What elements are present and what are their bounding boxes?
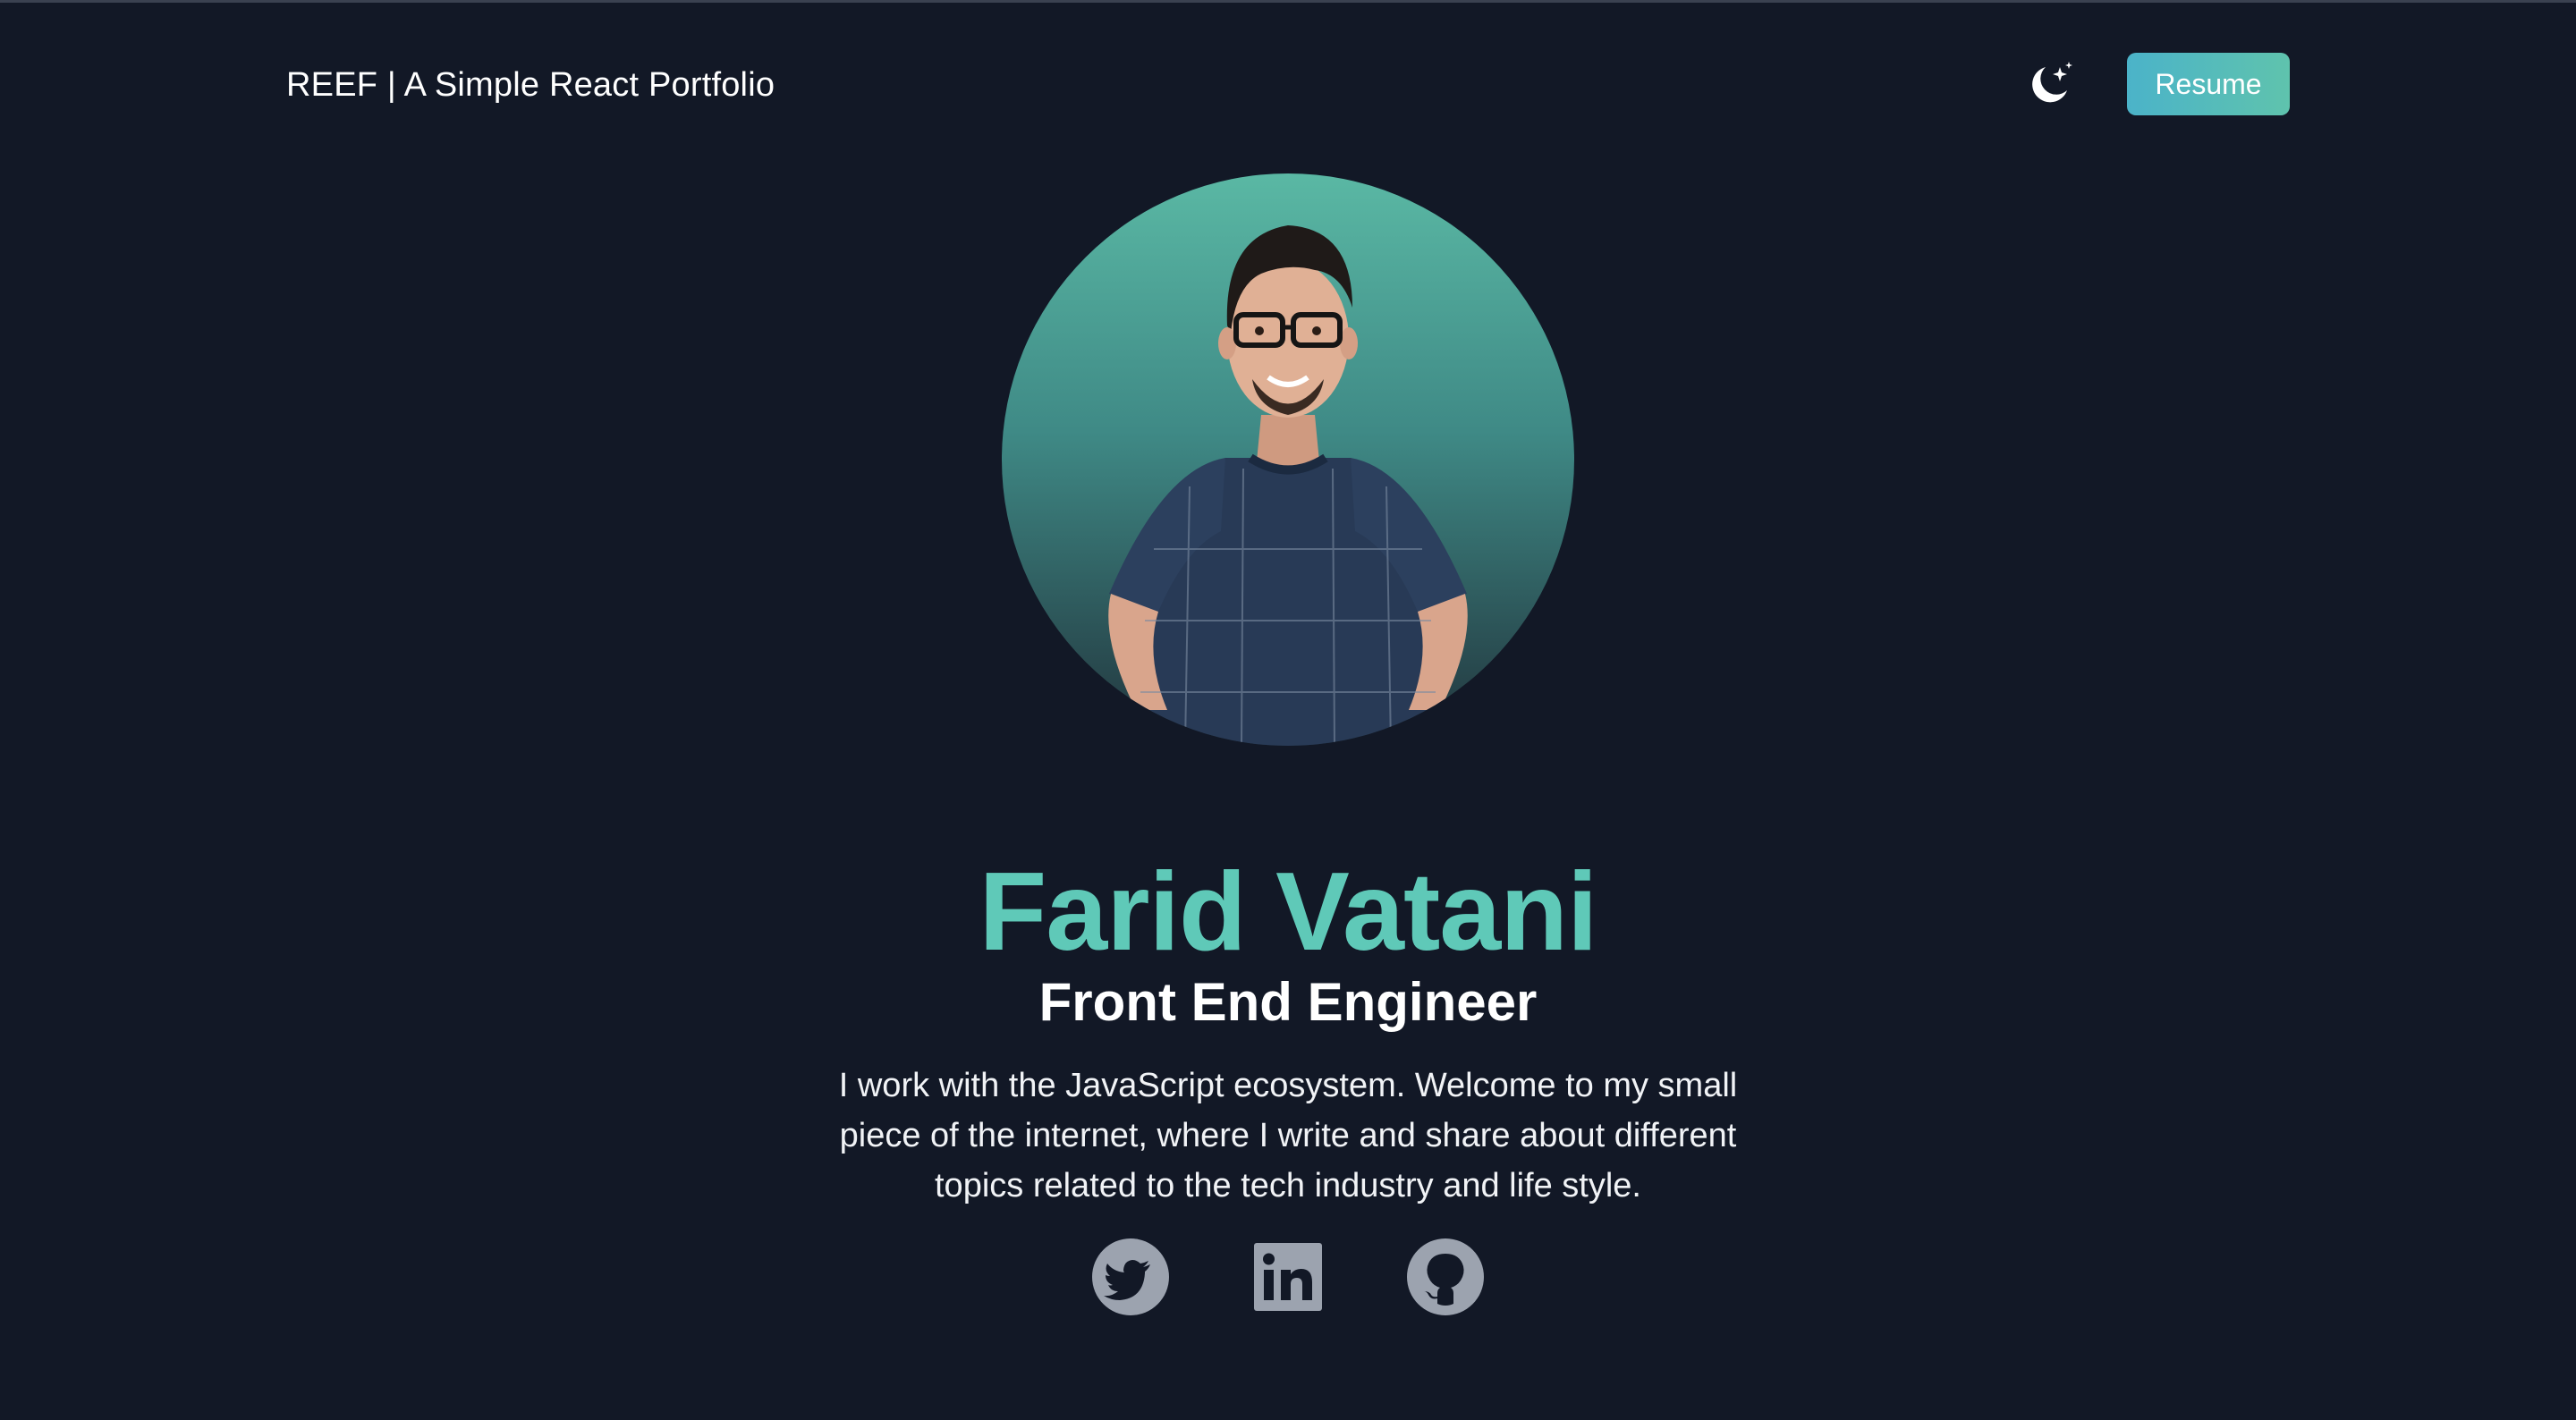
avatar: [1002, 173, 1574, 746]
site-title-link[interactable]: REEF | A Simple React Portfolio: [286, 63, 775, 107]
resume-button[interactable]: Resume: [2127, 53, 2290, 115]
twitter-icon: [1092, 1238, 1169, 1315]
hero-role: Front End Engineer: [1038, 971, 1538, 1032]
avatar-illustration: [1108, 225, 1468, 746]
linkedin-link[interactable]: [1248, 1237, 1328, 1317]
hero-name: Farid Vatani: [979, 850, 1598, 975]
moon-stars-icon: [2032, 62, 2072, 103]
linkedin-icon: [1254, 1243, 1322, 1311]
hero-bio: I work with the JavaScript ecosystem. We…: [838, 1067, 1738, 1204]
github-link[interactable]: [1405, 1237, 1486, 1317]
twitter-link[interactable]: [1090, 1237, 1171, 1317]
social-links: [0, 1237, 2576, 1317]
github-icon: [1407, 1238, 1484, 1315]
top-border: [0, 0, 2576, 3]
theme-toggle-button[interactable]: [2020, 55, 2079, 114]
